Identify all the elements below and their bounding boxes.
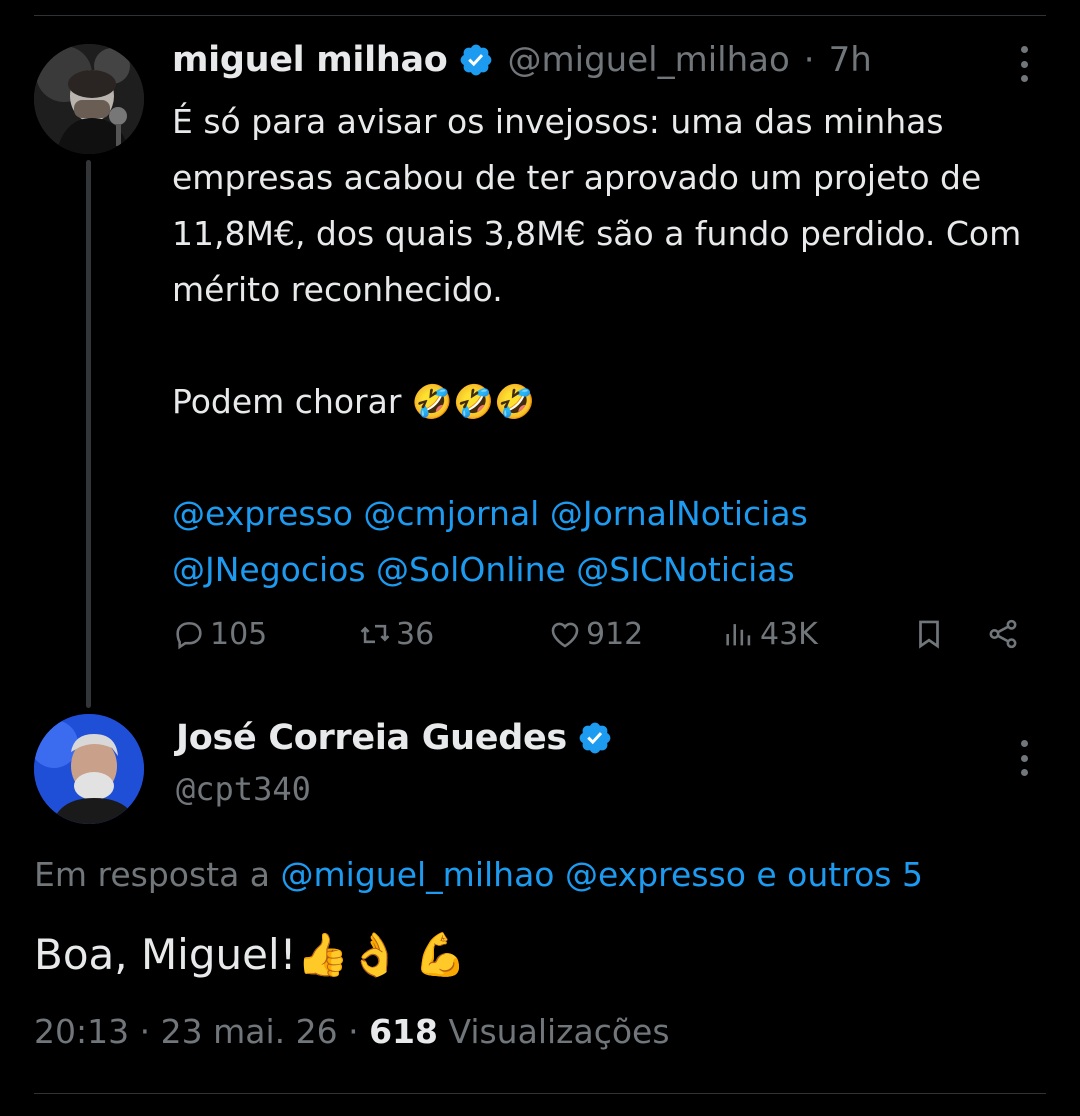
reply-context: Em resposta a @miguel_milhao @expresso e… — [34, 855, 923, 894]
views-icon — [726, 624, 751, 646]
views-count: 618 — [369, 1012, 438, 1051]
post-header: José Correia Guedes — [176, 718, 613, 758]
verified-icon — [579, 722, 611, 754]
repost-icon — [360, 624, 390, 644]
post-date[interactable]: 23 mai. 26 — [161, 1012, 338, 1051]
mentions-line[interactable]: @JNegocios @SolOnline @SICNoticias — [172, 542, 1052, 598]
avatar[interactable] — [34, 44, 144, 154]
like-icon — [551, 622, 579, 648]
like-count: 912 — [586, 616, 644, 652]
post-paragraph: Podem chorar 🤣🤣🤣 — [172, 382, 536, 421]
views-label: Visualizações — [448, 1012, 670, 1051]
share-icon — [989, 619, 1017, 649]
post-paragraph: É só para avisar os invejosos: uma das m… — [172, 102, 1022, 309]
author-name[interactable]: José Correia Guedes — [176, 718, 567, 758]
reply-mentions-link[interactable]: @miguel_milhao @expresso e outros 5 — [281, 855, 923, 894]
post-header: miguel milhao @miguel_milhao · 7h — [172, 40, 872, 80]
author-handle[interactable]: @cpt340 — [176, 770, 311, 808]
share-button[interactable] — [986, 606, 1020, 662]
bookmark-icon — [919, 620, 939, 649]
more-icon[interactable] — [1017, 740, 1031, 776]
views-button[interactable]: 43K — [722, 606, 818, 662]
post-time[interactable]: 20:13 — [34, 1012, 129, 1051]
repost-button[interactable]: 36 — [358, 606, 434, 662]
separator-dot: · — [803, 40, 815, 80]
reply-prefix: Em resposta a — [34, 855, 271, 894]
author-name[interactable]: miguel milhao — [172, 40, 448, 80]
author-handle[interactable]: @miguel_milhao — [508, 40, 790, 80]
views-count: 43K — [760, 616, 818, 652]
action-bar: 105 36 912 43K — [172, 606, 1042, 662]
bookmark-button[interactable] — [912, 606, 946, 662]
avatar-jose-image — [34, 714, 144, 824]
post-time[interactable]: 7h — [829, 40, 872, 80]
post-meta: 20:13 · 23 mai. 26 · 618 Visualizações — [34, 1012, 670, 1051]
mentions-line[interactable]: @expresso @cmjornal @JornalNoticias — [172, 486, 1052, 542]
repost-count: 36 — [396, 616, 435, 652]
post-text: É só para avisar os invejosos: uma das m… — [172, 94, 1052, 598]
bottom-divider — [34, 1093, 1046, 1094]
reply-count: 105 — [210, 616, 268, 652]
more-icon[interactable] — [1017, 46, 1031, 82]
avatar[interactable] — [34, 714, 144, 824]
reply-button[interactable]: 105 — [172, 606, 267, 662]
thread-connector-line — [86, 160, 91, 708]
verified-icon — [460, 44, 491, 76]
like-button[interactable]: 912 — [548, 606, 643, 662]
avatar-miguel-image — [34, 44, 144, 154]
post-text: Boa, Miguel!👍👌 💪 — [34, 930, 467, 979]
top-divider — [34, 15, 1046, 16]
reply-icon — [176, 622, 202, 650]
